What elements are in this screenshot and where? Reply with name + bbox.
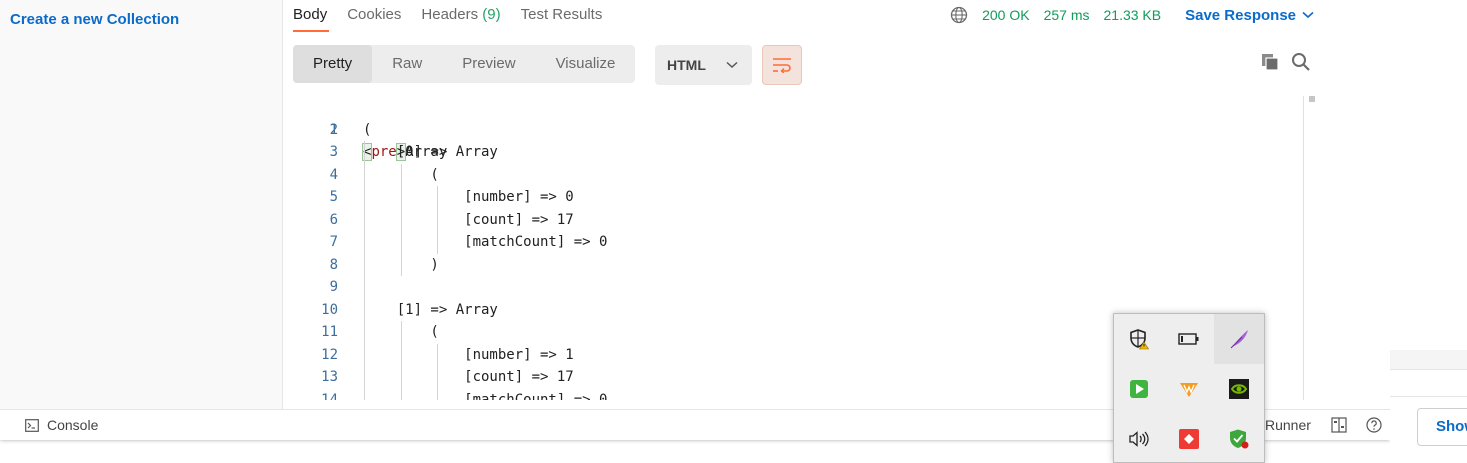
battery-icon[interactable] xyxy=(1164,314,1214,364)
code-text: [0] => Array xyxy=(363,144,498,160)
tab-headers[interactable]: Headers (9) xyxy=(421,6,500,30)
code-text: [number] => 1 xyxy=(363,346,574,363)
wrap-lines-button[interactable] xyxy=(762,45,802,85)
console-label: Console xyxy=(47,417,99,433)
line-number: 11 xyxy=(321,324,338,340)
line-number: 3 xyxy=(329,144,338,160)
mode-pretty[interactable]: Pretty xyxy=(293,45,373,83)
code-line: 9 xyxy=(293,276,1313,299)
line-number: 12 xyxy=(321,346,338,363)
volume-icon[interactable] xyxy=(1114,414,1164,463)
two-pane-view-icon[interactable] xyxy=(1331,417,1347,433)
save-response-label: Save Response xyxy=(1185,6,1296,24)
code-line: 2( xyxy=(293,119,1313,142)
line-number: 10 xyxy=(321,301,338,318)
code-text: [number] => 0 xyxy=(363,189,574,205)
tab-body[interactable]: Body xyxy=(293,6,327,30)
tab-cookies[interactable]: Cookies xyxy=(347,6,401,30)
code-line: 5 [number] => 0 xyxy=(293,186,1313,209)
background-window: Show xyxy=(1390,0,1467,463)
chevron-down-icon xyxy=(1302,11,1314,19)
globe-icon[interactable] xyxy=(950,6,968,24)
line-number: 8 xyxy=(329,256,338,273)
language-select[interactable]: HTML xyxy=(655,45,752,85)
code-text: ( xyxy=(363,121,372,138)
line-number: 14 xyxy=(321,391,338,401)
line-number: 5 xyxy=(329,189,338,205)
runner-button[interactable]: Runner xyxy=(1265,417,1311,433)
view-mode-group: Pretty Raw Preview Visualize xyxy=(293,45,636,83)
sidebar: Create a new Collection xyxy=(0,0,283,409)
line-number: 2 xyxy=(329,121,338,138)
headers-count: (9) xyxy=(482,6,501,23)
code-text: [matchCount] => 0 xyxy=(363,234,608,250)
media-player-icon[interactable] xyxy=(1114,364,1164,414)
code-line: 1 <pre>Array xyxy=(293,96,1313,161)
create-collection-link[interactable]: Create a new Collection xyxy=(10,11,179,28)
tab-headers-label: Headers xyxy=(421,6,479,23)
show-button[interactable]: Show xyxy=(1417,408,1467,446)
mode-preview[interactable]: Preview xyxy=(442,45,535,83)
active-tab-indicator xyxy=(293,30,329,32)
line-number: 6 xyxy=(329,211,338,228)
mode-visualize[interactable]: Visualize xyxy=(536,45,636,83)
divider xyxy=(1390,396,1467,397)
response-size[interactable]: 21.33 KB xyxy=(1104,7,1162,23)
console-button[interactable]: Console xyxy=(25,417,98,433)
code-text: ( xyxy=(363,324,439,340)
code-line: 4 ( xyxy=(293,163,1313,186)
code-line: 6 [count] => 17 xyxy=(293,208,1313,231)
code-text: [count] => 17 xyxy=(363,211,574,228)
response-time[interactable]: 257 ms xyxy=(1044,7,1090,23)
code-text: ( xyxy=(363,166,439,183)
code-text: ) xyxy=(363,256,439,273)
line-number: 4 xyxy=(329,166,338,183)
feather-pen-icon[interactable] xyxy=(1214,314,1264,364)
save-response-button[interactable]: Save Response xyxy=(1185,7,1314,24)
tab-test-results[interactable]: Test Results xyxy=(521,6,603,30)
system-tray-overflow xyxy=(1113,313,1265,463)
editor-scrollbar-thumb[interactable] xyxy=(1309,96,1315,102)
code-text: [1] => Array xyxy=(363,301,498,318)
editor-scrollbar-track[interactable] xyxy=(1303,96,1304,400)
wps-office-icon[interactable] xyxy=(1164,364,1214,414)
line-number: 13 xyxy=(321,369,338,385)
nvidia-icon[interactable] xyxy=(1214,364,1264,414)
mode-raw[interactable]: Raw xyxy=(372,45,442,83)
line-number: 9 xyxy=(329,279,338,295)
code-line: 8 ) xyxy=(293,253,1313,276)
security-warning-icon[interactable] xyxy=(1114,314,1164,364)
background-row xyxy=(1390,350,1467,370)
status-code[interactable]: 200 OK xyxy=(982,7,1029,23)
code-line: 7 [matchCount] => 0 xyxy=(293,231,1313,254)
response-tabs: Body Cookies Headers (9) Test Results xyxy=(293,6,602,30)
copy-icon[interactable] xyxy=(1260,52,1280,72)
code-text: [matchCount] => 0 xyxy=(363,391,608,401)
shield-check-icon[interactable] xyxy=(1214,414,1264,463)
chevron-down-icon xyxy=(726,61,738,69)
line-number: 7 xyxy=(329,234,338,250)
anydesk-icon[interactable] xyxy=(1164,414,1214,463)
wrap-lines-icon xyxy=(773,58,791,73)
console-icon xyxy=(25,418,39,432)
language-value: HTML xyxy=(667,57,706,73)
response-status: 200 OK 257 ms 21.33 KB Save Response xyxy=(950,6,1314,24)
code-line: 3 [0] => Array xyxy=(293,141,1313,164)
code-text: [count] => 17 xyxy=(363,369,574,385)
search-icon[interactable] xyxy=(1291,52,1311,72)
help-icon[interactable] xyxy=(1366,417,1382,433)
